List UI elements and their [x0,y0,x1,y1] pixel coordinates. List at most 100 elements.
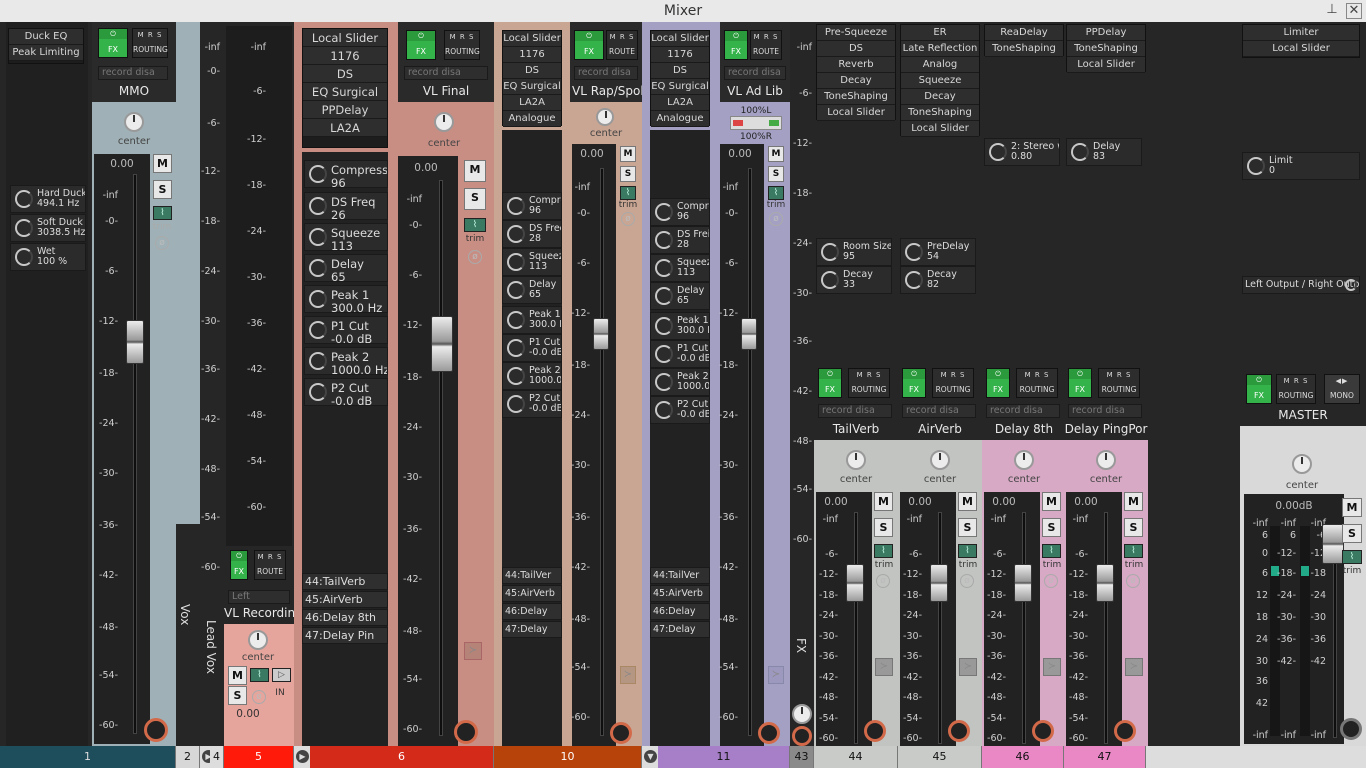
record-disabled-select[interactable]: record disa [404,66,488,80]
fx-param[interactable]: Decay 82 [900,266,976,294]
pan-knob[interactable] [1292,454,1312,474]
fx-slot[interactable]: EQ Surgical [651,79,709,95]
fx-param[interactable]: Wet 100 % [10,243,86,271]
width-slider[interactable] [730,116,782,130]
fx-param[interactable]: Peak 1300.0 H [502,306,562,334]
routing-button[interactable]: M R S ROUTING [848,368,890,398]
pan-knob[interactable] [930,450,950,470]
fx-slot[interactable]: Duck EQ [9,29,83,45]
phase-button[interactable]: ø [876,574,890,588]
track-number[interactable]: 2 [176,746,200,768]
fx-param[interactable]: Decay 33 [816,266,892,294]
send-item[interactable]: 46:Delay [650,603,710,620]
automation-icon[interactable]: ⌇ [464,218,486,232]
fx-slot[interactable]: Local Slider [1067,57,1145,73]
fx-param[interactable]: 2: Stereo wi0.80 [984,138,1060,166]
routing-button[interactable]: M R S ROUTING [444,30,480,60]
track-name[interactable]: VL Rap/Spok [572,84,642,98]
volume-fader[interactable] [126,320,144,364]
mono-button[interactable]: ◀▶ MONO [1324,374,1360,404]
track-number[interactable]: 46 [982,746,1064,768]
io-icon[interactable] [1114,720,1136,742]
fx-slot[interactable]: Peak Limiting [9,45,83,61]
fx-param[interactable]: P1 Cut -0.0 dB [502,334,562,362]
pan-knob[interactable] [792,704,812,724]
fx-slot[interactable]: DS [303,65,387,83]
fx-button[interactable]: ⏻ FX [986,368,1010,398]
fx-slot[interactable]: Squeeze [901,73,979,89]
phase-button[interactable]: ø [155,236,169,250]
io-icon[interactable] [144,718,168,742]
mute-button[interactable]: M [620,146,636,162]
fx-button[interactable]: ⏻ FX [98,28,128,58]
routing-button[interactable]: M R S ROUTING [1098,368,1140,398]
phase-button[interactable]: ø [1126,574,1140,588]
phase-button[interactable]: ø [252,690,266,704]
fx-slot[interactable]: Local Slider [503,31,561,47]
mute-button[interactable]: M [1124,492,1143,511]
close-icon[interactable]: ✕ [1346,3,1362,19]
mute-button[interactable]: M [464,160,486,182]
routing-button[interactable]: M R S ROUTE [606,30,638,60]
track-number[interactable]: 47 [1064,746,1146,768]
fx-slot[interactable]: EQ Surgical [503,79,561,95]
track-name-vertical[interactable]: FX [794,638,808,653]
phase-button[interactable]: ø [621,212,635,226]
track-number[interactable]: 43 [790,746,814,768]
fx-param[interactable]: Left Output / Right Outp [1242,276,1360,294]
fx-slot[interactable]: ReaDelay [985,25,1063,41]
track-name[interactable]: VL Ad Lib [720,84,790,98]
track-number[interactable]: 6 [310,746,494,768]
fx-slot[interactable]: Pre-Squeeze [817,25,895,41]
io-icon[interactable] [758,722,780,744]
fx-slot[interactable]: 1176 [503,47,561,63]
fx-slot[interactable]: Late Reflection [901,41,979,57]
send-item[interactable]: 45:AirVerb [502,585,562,602]
routing-button[interactable]: M R S ROUTING [1276,374,1316,404]
fx-slot[interactable]: Analog [901,57,979,73]
fx-param[interactable]: P2 Cut -0.0 dB [502,390,562,418]
volume-fader[interactable] [593,318,609,350]
routing-button[interactable]: M R S ROUTING [1016,368,1058,398]
io-icon[interactable] [454,720,478,744]
volume-fader[interactable] [1096,564,1114,602]
fx-slot[interactable]: DS [503,63,561,79]
record-disabled-select[interactable]: record disa [98,66,168,80]
send-item[interactable]: 45:AirVerb [650,585,710,602]
fx-param[interactable]: Compre96 [502,192,562,220]
fx-param[interactable]: P1 Cut -0.0 dB [304,316,388,344]
fx-slot[interactable]: Reverb [817,57,895,73]
send-item[interactable]: 46:Delay 8th [302,609,388,626]
io-icon[interactable] [864,720,886,742]
mute-button[interactable]: M [768,146,784,162]
track-number[interactable]: 10 [494,746,642,768]
send-item[interactable]: 44:TailVer [502,567,562,584]
play-icon[interactable]: ▶ [296,750,309,763]
mute-button[interactable]: M [153,154,172,173]
track-name[interactable]: TailVerb [814,422,898,436]
automation-icon[interactable]: ⌇ [1042,544,1061,558]
phase-button[interactable]: ø [769,212,783,226]
fx-slot[interactable]: Decay [817,73,895,89]
track-name[interactable]: MMO [92,84,176,98]
fx-slot[interactable]: 1176 [303,47,387,65]
phase-button[interactable]: ø [960,574,974,588]
solo-button[interactable]: S [464,188,486,210]
fx-button[interactable]: ⏻ FX [1246,374,1272,404]
automation-icon[interactable]: ⌇ [1342,550,1362,564]
fx-param[interactable]: Peak 1300.0 H [650,312,710,340]
track-name[interactable]: MASTER [1240,408,1366,422]
automation-icon[interactable]: ⌇ [1124,544,1143,558]
play-icon[interactable]: ▼ [644,750,657,763]
fx-param[interactable]: P2 Cut -0.0 dB [650,396,710,424]
record-disabled-select[interactable]: record disa [724,66,786,80]
fx-slot[interactable]: ER [901,25,979,41]
fx-button[interactable]: ⏻ FX [902,368,926,398]
envelope-icon[interactable]: ≻ [875,658,893,676]
send-item[interactable]: 47:Delay [502,621,562,638]
fx-slot[interactable]: ToneShaping [985,41,1063,57]
fx-slot[interactable]: LA2A [651,95,709,111]
fx-button[interactable]: ⏻ FX [574,30,604,60]
fx-slot[interactable]: Analogue [503,111,561,127]
track-name[interactable]: VL Final [398,84,494,98]
